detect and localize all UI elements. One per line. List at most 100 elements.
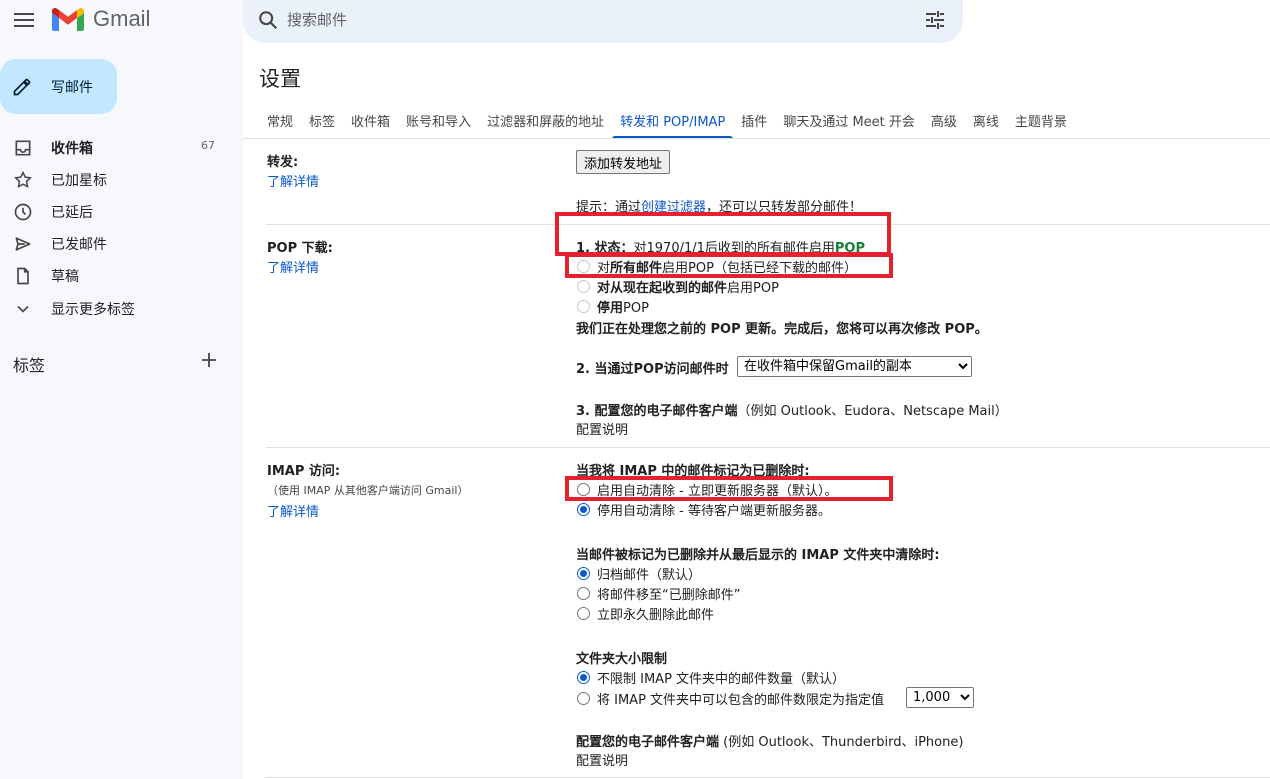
imap-no-limit-radio[interactable] (577, 671, 590, 684)
tab-general[interactable]: 常规 (259, 108, 301, 139)
sidebar-item-more[interactable]: 显示更多标签 (0, 292, 232, 324)
imap-configure-client: 配置您的电子邮件客户端 (例如 Outlook、Thunderbird、iPho… (576, 731, 963, 750)
imap-expunge-heading: 当邮件被标记为已删除并从最后显示的 IMAP 文件夹中清除时: (576, 548, 940, 563)
unread-count: 67 (201, 139, 215, 152)
section-divider (266, 777, 1270, 778)
pop-disable-radio[interactable] (577, 300, 590, 313)
opt3-post: POP (623, 301, 649, 316)
configure-client-bold: 3. 配置您的电子邮件客户端 (576, 404, 738, 419)
sidebar (0, 0, 243, 779)
sidebar-item-inbox[interactable]: 收件箱 67 (0, 131, 232, 163)
pop-status-text: 对1970/1/1后收到的所有邮件启用 (633, 241, 835, 256)
imap-deleted-heading: 当我将 IMAP 中的邮件标记为已删除时: (576, 464, 810, 479)
imap-configure-instructions-link[interactable]: 配置说明 (576, 750, 628, 769)
search-icon[interactable] (257, 9, 279, 31)
inbox-icon (15, 140, 31, 156)
opt2-post: 启用POP (727, 281, 779, 296)
opt1-bold: 所有邮件 (610, 261, 663, 276)
pop-status-pop: POP (834, 241, 866, 256)
tab-offline[interactable]: 离线 (965, 108, 1007, 139)
pop-configure-instructions-link[interactable]: 配置说明 (576, 419, 628, 438)
tab-addons[interactable]: 插件 (733, 108, 775, 139)
imap-limit-radio[interactable] (577, 692, 590, 705)
imap-client-bold: 配置您的电子邮件客户端 (576, 735, 720, 750)
add-label-icon[interactable] (199, 350, 219, 370)
forwarding-tip: 提示：通过创建过滤器，还可以只转发部分邮件！ (576, 196, 862, 215)
pop-status-label: 1. 状态： (576, 241, 634, 256)
tab-chat-meet[interactable]: 聊天及通过 Meet 开会 (775, 108, 923, 139)
opt3-bold: 停用 (597, 301, 624, 316)
tab-accounts-import[interactable]: 账号和导入 (398, 108, 479, 139)
pop-enable-all-label: 对所有邮件启用POP（包括已经下载的邮件） (597, 257, 857, 276)
pop-learn-more-link[interactable]: 了解详情 (267, 257, 319, 276)
imap-access-label: IMAP 访问: (267, 464, 341, 479)
pop-download-label: POP 下载: (267, 241, 333, 256)
star-icon (14, 170, 32, 188)
sidebar-item-label: 已加星标 (51, 173, 107, 189)
tip-prefix: 提示：通过 (576, 200, 642, 215)
pop-enable-now-radio[interactable] (577, 280, 590, 293)
tab-forwarding-pop-imap[interactable]: 转发和 POP/IMAP (612, 108, 734, 139)
tab-filters-blocked[interactable]: 过滤器和屏蔽的地址 (479, 108, 612, 139)
sidebar-item-sent[interactable]: 已发邮件 (0, 227, 232, 259)
imap-no-limit-label: 不限制 IMAP 文件夹中的邮件数量（默认） (597, 672, 846, 687)
search-bar (243, 0, 963, 43)
sidebar-item-label: 收件箱 (51, 141, 93, 157)
pop-processing-note: 我们正在处理您之前的 POP 更新。完成后，您将可以再次修改 POP。 (576, 322, 988, 337)
imap-move-trash-label: 将邮件移至“已删除邮件” (597, 588, 741, 603)
sidebar-item-snoozed[interactable]: 已延后 (0, 195, 232, 227)
sidebar-item-label: 显示更多标签 (51, 302, 135, 318)
labels-section-title: 标签 (13, 356, 46, 375)
add-forwarding-address-button[interactable]: 添加转发地址 (576, 150, 671, 174)
imap-learn-more-link[interactable]: 了解详情 (267, 501, 319, 520)
tab-themes[interactable]: 主题背景 (1007, 108, 1075, 139)
section-divider (266, 447, 1270, 448)
pop-when-access-select[interactable]: 在收件箱中保留Gmail的副本 (737, 356, 972, 377)
sidebar-item-drafts[interactable]: 草稿 (0, 259, 232, 291)
imap-auto-expunge-on-radio[interactable] (577, 483, 590, 496)
tabs-divider (243, 138, 1270, 139)
search-options-icon[interactable] (923, 8, 947, 32)
draft-file-icon (17, 267, 29, 285)
pop-status: 1. 状态：对1970/1/1后收到的所有邮件启用POP (576, 237, 865, 256)
compose-button[interactable]: 写邮件 (0, 59, 117, 114)
configure-client-rest: （例如 Outlook、Eudora、Netscape Mail） (737, 404, 1008, 419)
tip-suffix: ，还可以只转发部分邮件！ (706, 200, 863, 215)
imap-archive-radio[interactable] (577, 567, 590, 580)
pop-when-access-label: 2. 当通过POP访问邮件时 (576, 362, 729, 377)
sidebar-item-starred[interactable]: 已加星标 (0, 163, 232, 195)
create-filter-link[interactable]: 创建过滤器 (641, 200, 706, 215)
opt2-bold: 对从现在起收到的邮件 (597, 281, 728, 296)
tab-labels[interactable]: 标签 (301, 108, 343, 139)
opt1-pre: 对 (597, 261, 611, 276)
settings-tabs: 常规 标签 收件箱 账号和导入 过滤器和屏蔽的地址 转发和 POP/IMAP 插… (259, 108, 1075, 139)
imap-folder-limit-heading: 文件夹大小限制 (576, 652, 668, 667)
clock-icon (14, 203, 32, 221)
search-input[interactable] (287, 6, 887, 34)
imap-access-sub: （使用 IMAP 从其他客户端访问 Gmail） (267, 484, 469, 497)
imap-auto-expunge-off-radio[interactable] (577, 503, 590, 516)
forwarding-learn-more-link[interactable]: 了解详情 (267, 171, 319, 190)
gmail-brand-text: Gmail (93, 6, 151, 31)
imap-limit-label: 将 IMAP 文件夹中可以包含的邮件数限定为指定值 (597, 693, 885, 708)
opt1-post: 启用POP（包括已经下载的邮件） (662, 261, 857, 276)
imap-client-rest: (例如 Outlook、Thunderbird、iPhone) (719, 735, 964, 750)
pop-enable-now-label: 对从现在起收到的邮件启用POP (597, 277, 779, 296)
gmail-logo-icon[interactable] (52, 7, 84, 31)
imap-move-trash-radio[interactable] (577, 587, 590, 600)
forwarding-label: 转发: (267, 155, 299, 170)
chevron-down-icon (17, 305, 29, 313)
imap-auto-expunge-on-label: 启用自动清除 - 立即更新服务器（默认）。 (597, 484, 838, 499)
section-divider (266, 224, 1270, 225)
pop-enable-all-radio[interactable] (577, 260, 590, 273)
tab-advanced[interactable]: 高级 (923, 108, 965, 139)
page-title: 设置 (259, 67, 301, 91)
main-menu-button[interactable] (8, 4, 40, 36)
imap-auto-expunge-off-label: 停用自动清除 - 等待客户端更新服务器。 (597, 504, 831, 519)
tab-inbox[interactable]: 收件箱 (343, 108, 398, 139)
imap-delete-forever-label: 立即永久删除此邮件 (597, 608, 715, 623)
imap-limit-select[interactable]: 1,000 (906, 687, 974, 708)
pencil-icon (13, 78, 31, 96)
imap-delete-forever-radio[interactable] (577, 607, 590, 620)
compose-label: 写邮件 (51, 80, 93, 96)
